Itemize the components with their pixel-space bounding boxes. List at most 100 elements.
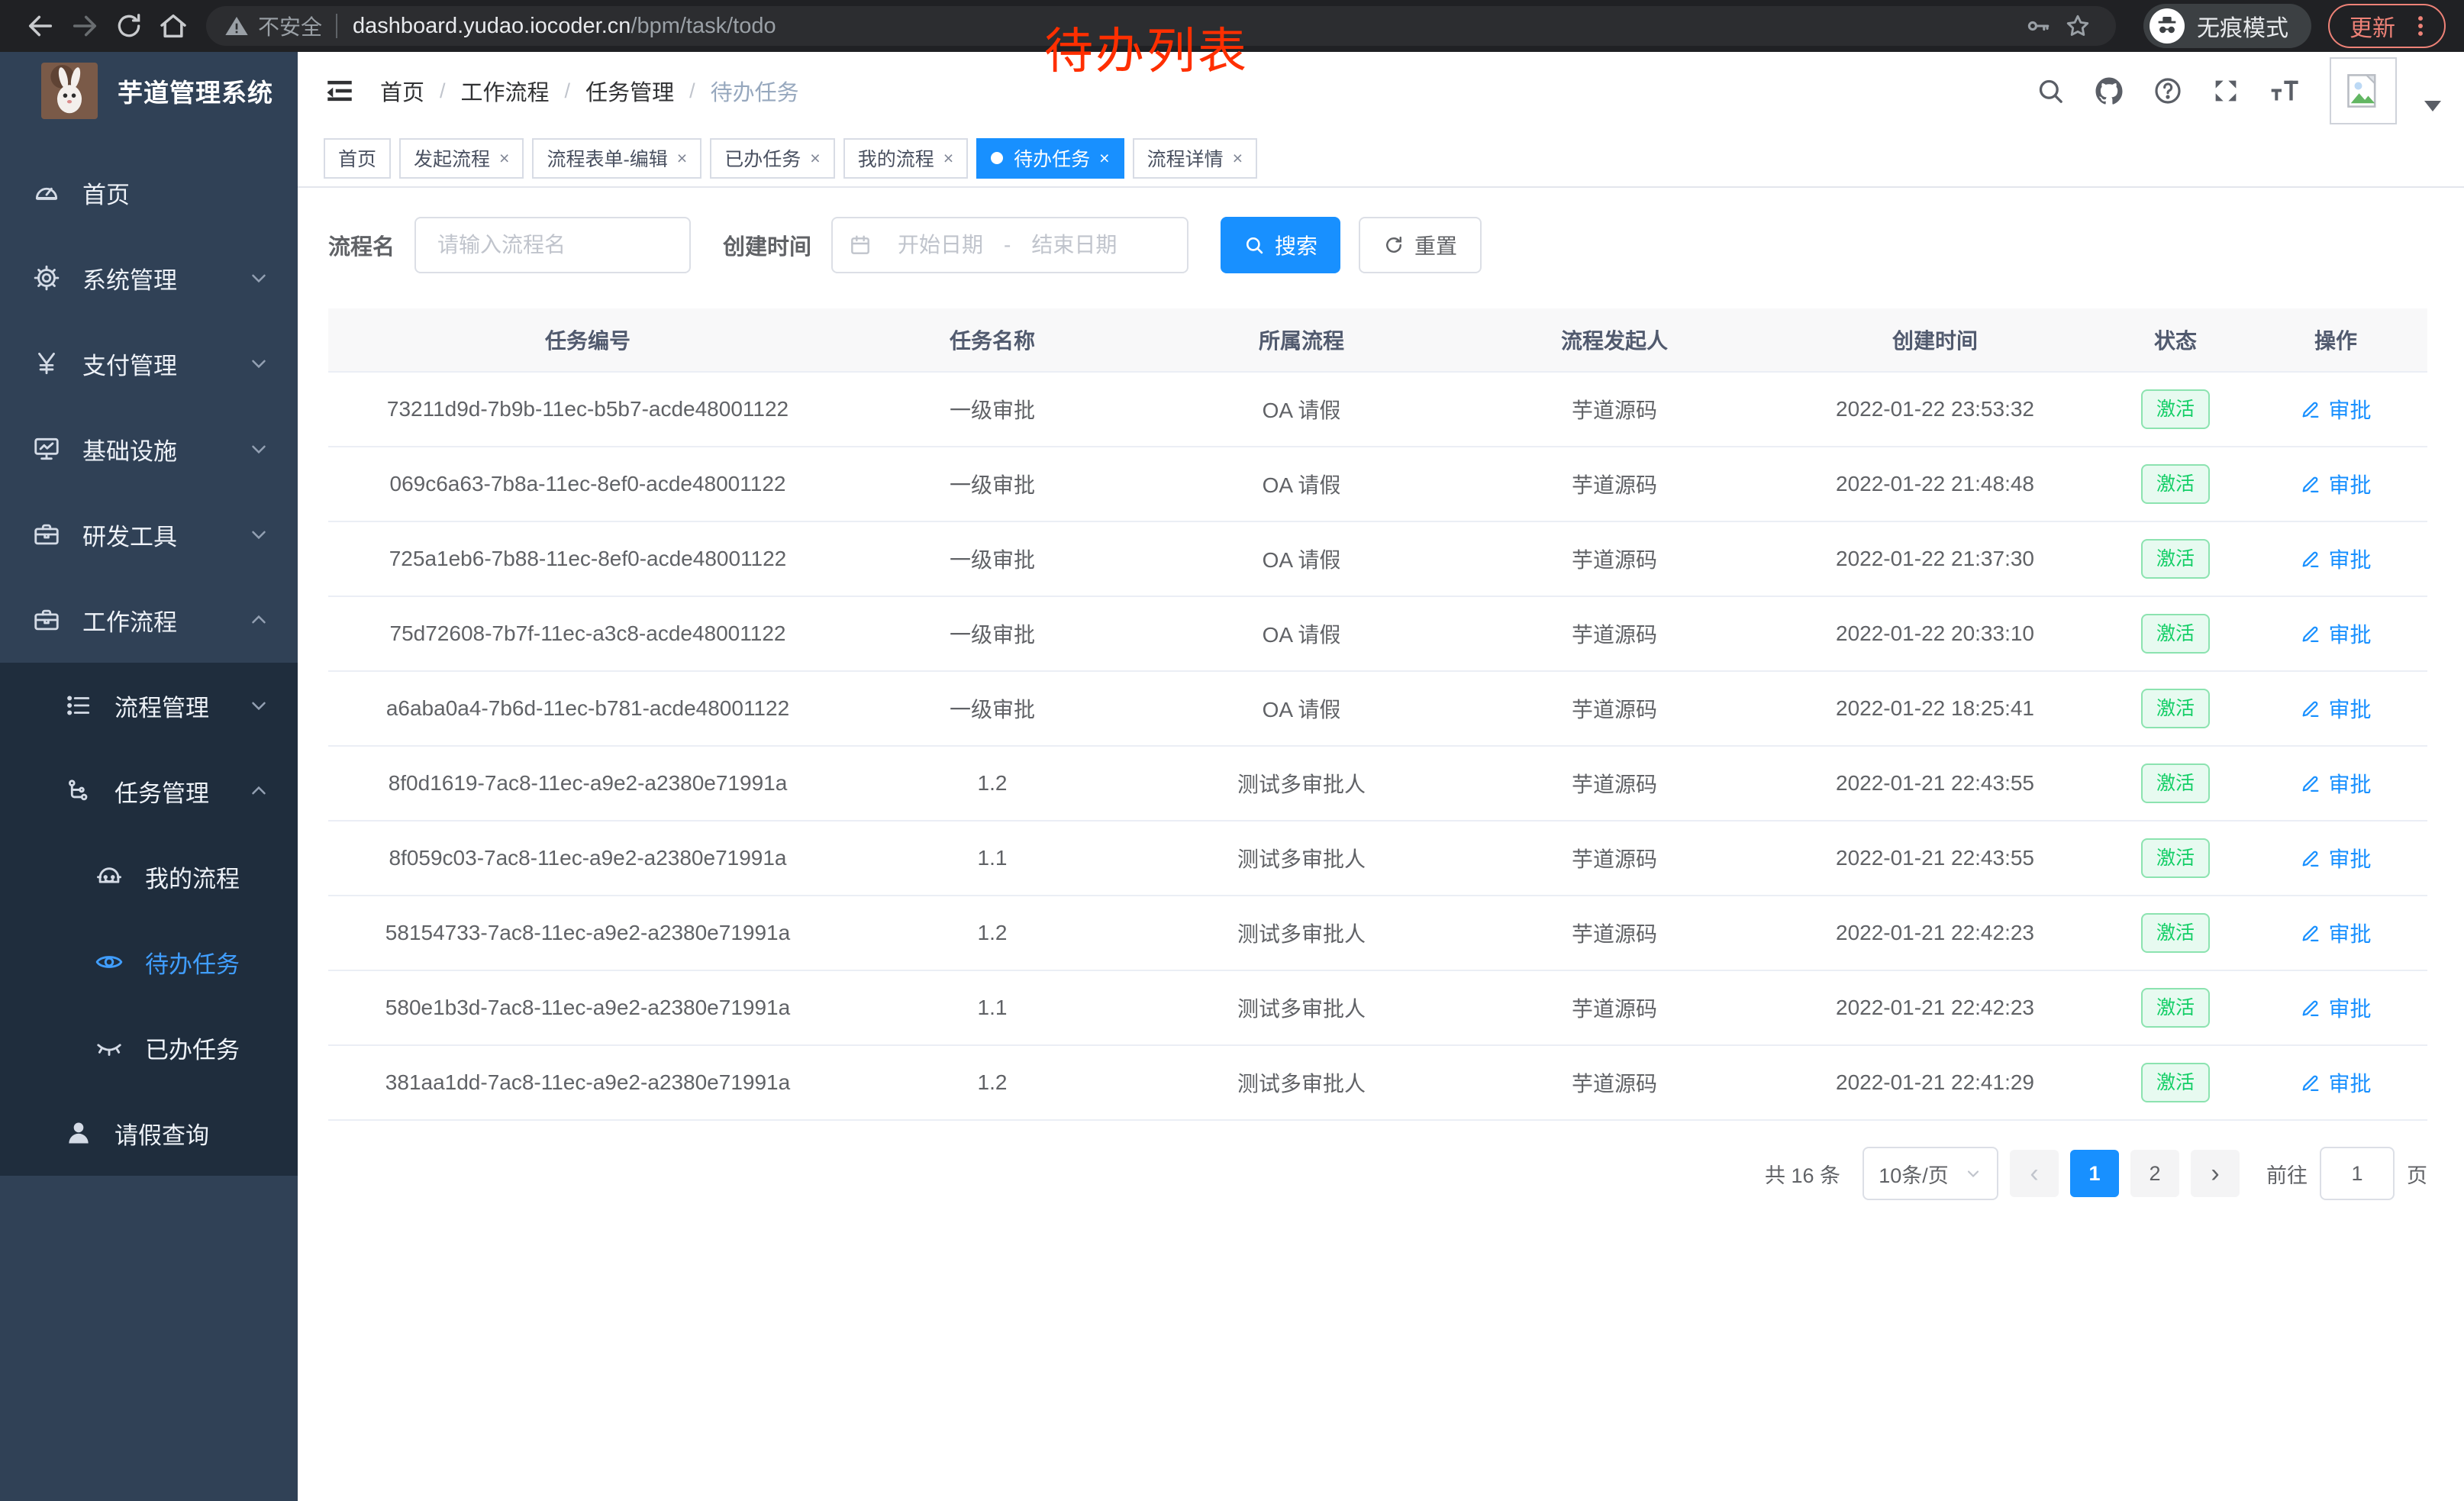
sidebar-collapse-icon[interactable] — [324, 75, 356, 107]
end-date-input[interactable] — [1014, 233, 1134, 257]
search-button[interactable]: 搜索 — [1221, 217, 1340, 273]
page-size-select[interactable]: 10条/页 — [1863, 1147, 1998, 1200]
help-icon[interactable] — [2153, 76, 2183, 106]
column-header: 流程发起人 — [1466, 324, 1763, 355]
breadcrumb-current: 待办任务 — [711, 75, 799, 107]
action-cell: 审批 — [2244, 993, 2427, 1024]
action-cell: 审批 — [2244, 469, 2427, 500]
update-label[interactable]: 更新 — [2350, 9, 2395, 43]
tab-已办任务[interactable]: 已办任务× — [710, 138, 834, 179]
github-icon[interactable] — [2093, 75, 2125, 107]
sidebar-item-流程管理[interactable]: 流程管理 — [0, 663, 298, 748]
breadcrumb-workflow[interactable]: 工作流程 — [461, 75, 550, 107]
tab-close-icon[interactable]: × — [677, 148, 687, 169]
action-cell: 审批 — [2244, 843, 2427, 874]
address-bar[interactable]: 不安全 dashboard.yudao.iocoder.cn /bpm/task… — [206, 6, 2116, 46]
gauge-icon — [29, 178, 64, 207]
start-date-input[interactable] — [880, 233, 1001, 257]
browser-update-button[interactable]: 更新 — [2328, 4, 2446, 48]
audit-link[interactable]: 审批 — [2300, 544, 2371, 574]
tab-close-icon[interactable]: × — [810, 148, 820, 169]
header-search-icon[interactable] — [2035, 76, 2066, 106]
tab-close-icon[interactable]: × — [943, 148, 953, 169]
tab-我的流程[interactable]: 我的流程× — [843, 138, 968, 179]
audit-link[interactable]: 审批 — [2300, 394, 2371, 424]
tab-label: 流程详情 — [1147, 144, 1224, 172]
action-cell: 审批 — [2244, 693, 2427, 725]
browser-reload-icon[interactable] — [107, 4, 151, 48]
process-cell: OA 请假 — [1137, 618, 1466, 649]
topbar: 首页 / 工作流程 / 任务管理 / 待办任务 — [298, 52, 2464, 130]
starter-cell: 芋道源码 — [1466, 768, 1763, 799]
breadcrumb-task-mgmt[interactable]: 任务管理 — [585, 75, 674, 107]
tab-发起流程[interactable]: 发起流程× — [399, 138, 524, 179]
audit-link[interactable]: 审批 — [2300, 918, 2371, 948]
sidebar-item-首页[interactable]: 首页 — [0, 150, 298, 235]
sidebar-item-系统管理[interactable]: 系统管理 — [0, 235, 298, 321]
bookmark-star-icon[interactable] — [2058, 6, 2098, 46]
tab-流程表单-编辑[interactable]: 流程表单-编辑× — [532, 138, 701, 179]
security-warning-label[interactable]: 不安全 — [258, 11, 322, 41]
sidebar-logo-row[interactable]: 芋道管理系统 — [0, 52, 298, 130]
next-page-button[interactable]: › — [2191, 1150, 2240, 1197]
audit-link[interactable]: 审批 — [2300, 693, 2371, 724]
font-size-icon[interactable] — [2269, 76, 2302, 106]
pencil-icon — [2300, 623, 2321, 644]
tab-待办任务[interactable]: 待办任务 × — [976, 138, 1124, 179]
audit-link[interactable]: 审批 — [2300, 469, 2371, 499]
goto-page-input[interactable] — [2320, 1147, 2395, 1200]
audit-link[interactable]: 审批 — [2300, 618, 2371, 649]
audit-link[interactable]: 审批 — [2300, 993, 2371, 1023]
sidebar-item-已办任务[interactable]: 已办任务 — [0, 1005, 298, 1090]
audit-link[interactable]: 审批 — [2300, 843, 2371, 873]
starter-cell: 芋道源码 — [1466, 693, 1763, 724]
filter-form: 流程名 创建时间 - 搜索 重置 — [328, 217, 2427, 273]
sidebar-item-任务管理[interactable]: 任务管理 — [0, 748, 298, 834]
browser-forward-icon[interactable] — [63, 4, 107, 48]
fullscreen-icon[interactable] — [2211, 76, 2241, 106]
sidebar-item-工作流程[interactable]: 工作流程 — [0, 577, 298, 663]
status-badge: 激活 — [2141, 539, 2210, 579]
reset-button[interactable]: 重置 — [1359, 217, 1482, 273]
avatar-caret-icon[interactable] — [2424, 101, 2441, 111]
tab-流程详情[interactable]: 流程详情 × — [1133, 138, 1257, 179]
audit-link[interactable]: 审批 — [2300, 1067, 2371, 1098]
table-row: 73211d9d-7b9b-11ec-b5b7-acde48001122一级审批… — [328, 373, 2427, 447]
tab-首页[interactable]: 首页 — [324, 138, 391, 179]
audit-link[interactable]: 审批 — [2300, 768, 2371, 799]
process-name-input[interactable] — [414, 217, 691, 273]
column-header: 任务名称 — [847, 324, 1137, 355]
page-button-2[interactable]: 2 — [2130, 1150, 2179, 1197]
browser-menu-kebab-icon[interactable] — [2409, 13, 2432, 39]
pencil-icon — [2300, 399, 2321, 420]
create-time-cell: 2022-01-22 20:33:10 — [1763, 621, 2107, 646]
breadcrumb-home[interactable]: 首页 — [380, 75, 424, 107]
date-range-picker[interactable]: - — [831, 217, 1188, 273]
chevron-down-icon — [247, 352, 270, 375]
browser-back-icon[interactable] — [18, 4, 63, 48]
security-warning-icon[interactable] — [224, 14, 249, 38]
user-avatar[interactable] — [2330, 57, 2397, 124]
task-id-cell: 8f059c03-7ac8-11ec-a9e2-a2380e71991a — [328, 846, 847, 870]
sidebar-item-研发工具[interactable]: 研发工具 — [0, 492, 298, 577]
sidebar-item-我的流程[interactable]: 我的流程 — [0, 834, 298, 919]
prev-page-button[interactable]: ‹ — [2010, 1150, 2059, 1197]
app-logo — [41, 63, 98, 119]
sidebar-item-支付管理[interactable]: 支付管理 — [0, 321, 298, 406]
tab-label: 待办任务 — [1014, 144, 1090, 172]
table-row: 580e1b3d-7ac8-11ec-a9e2-a2380e71991a1.1测… — [328, 971, 2427, 1046]
browser-chrome: 不安全 dashboard.yudao.iocoder.cn /bpm/task… — [0, 0, 2464, 52]
table-row: a6aba0a4-7b6d-11ec-b781-acde48001122一级审批… — [328, 672, 2427, 747]
incognito-badge: 无痕模式 — [2143, 4, 2311, 48]
page-button-1[interactable]: 1 — [2070, 1150, 2119, 1197]
sidebar-item-请假查询[interactable]: 请假查询 — [0, 1090, 298, 1176]
sidebar-item-基础设施[interactable]: 基础设施 — [0, 406, 298, 492]
column-header: 状态 — [2107, 324, 2244, 355]
tab-close-icon[interactable]: × — [1233, 148, 1243, 169]
status-cell: 激活 — [2107, 614, 2244, 654]
browser-home-icon[interactable] — [151, 4, 195, 48]
sidebar-item-待办任务[interactable]: 待办任务 — [0, 919, 298, 1005]
password-key-icon[interactable] — [2018, 6, 2058, 46]
tab-close-icon[interactable]: × — [499, 148, 509, 169]
tab-close-icon[interactable]: × — [1099, 148, 1109, 169]
